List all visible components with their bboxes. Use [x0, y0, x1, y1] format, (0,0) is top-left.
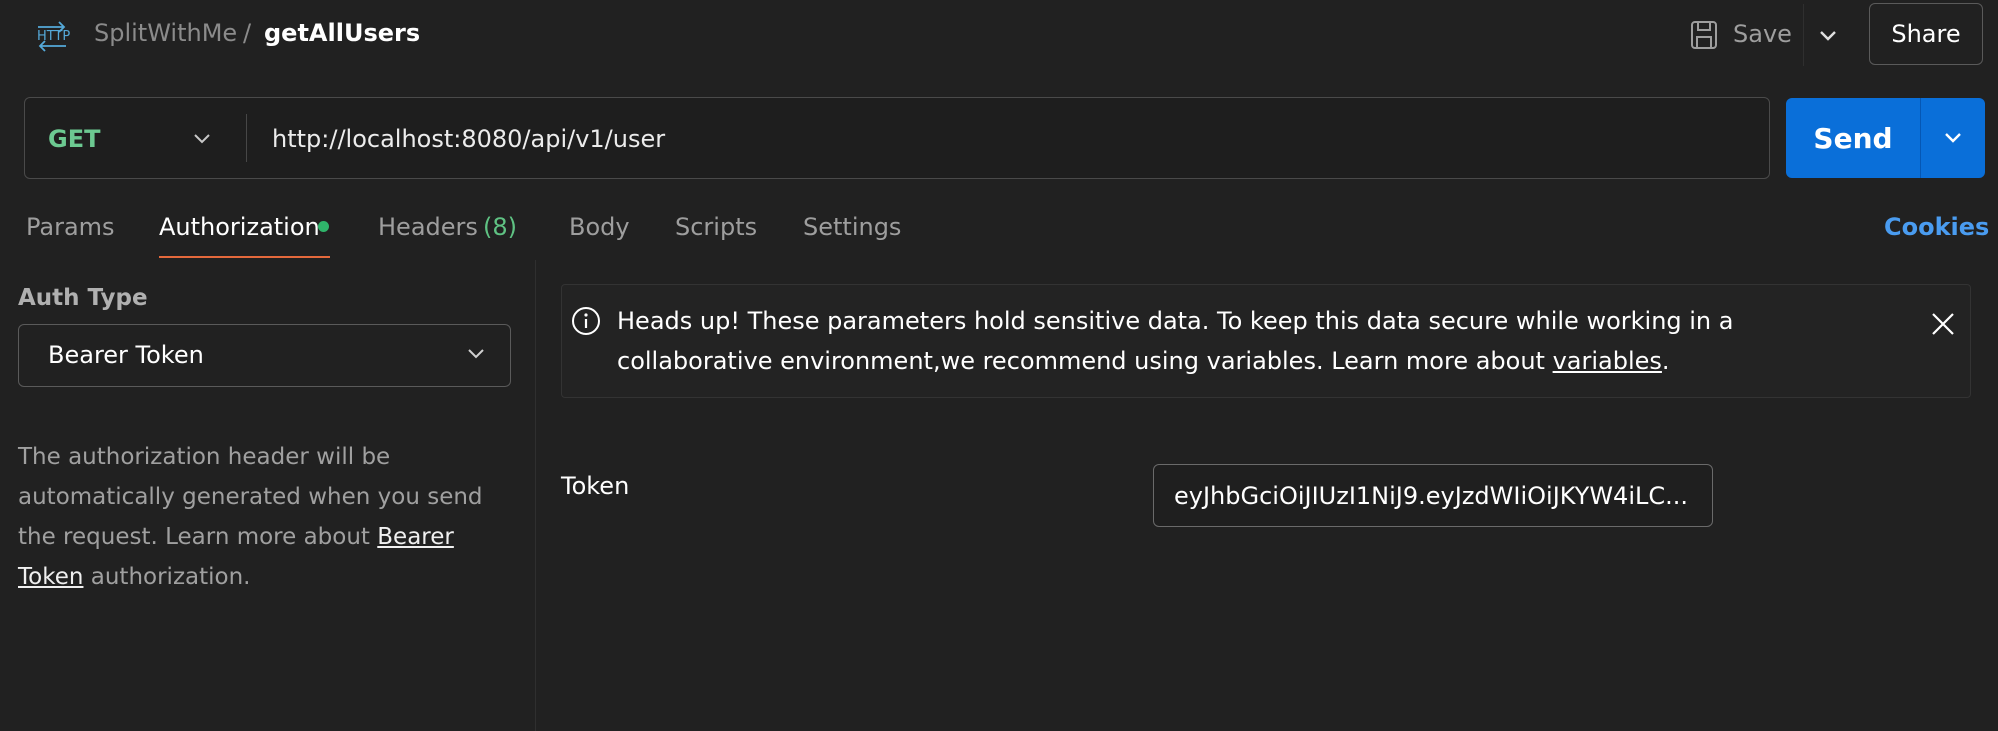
status-dot	[318, 221, 329, 232]
chevron-down-icon[interactable]	[1814, 22, 1842, 50]
auth-type-label: Auth Type	[18, 285, 148, 311]
chevron-down-icon[interactable]	[189, 126, 215, 152]
close-icon[interactable]	[1931, 312, 1955, 336]
divider	[1803, 4, 1804, 66]
tab-scripts[interactable]: Scripts	[675, 213, 757, 241]
banner-message: Heads up! These parameters hold sensitiv…	[617, 301, 1857, 381]
method-select[interactable]: GET	[48, 125, 100, 153]
auth-description-text: authorization.	[83, 564, 251, 590]
breadcrumb-separator: /	[243, 19, 252, 47]
auth-type-value[interactable]: Bearer Token	[48, 341, 204, 369]
info-icon	[572, 307, 600, 335]
banner-text: .	[1661, 347, 1670, 375]
save-icon[interactable]	[1689, 19, 1719, 51]
url-input[interactable]	[272, 120, 1752, 158]
variables-link[interactable]: variables	[1553, 347, 1662, 375]
panel-divider[interactable]	[535, 260, 536, 731]
token-label: Token	[561, 472, 630, 500]
breadcrumb-collection[interactable]: SplitWithMe	[94, 19, 237, 47]
http-icon: HTTP	[37, 21, 70, 52]
share-button[interactable]: Share	[1869, 3, 1983, 65]
headers-count-badge: (8)	[483, 213, 517, 241]
tab-headers[interactable]: Headers	[378, 213, 478, 241]
chevron-down-icon[interactable]	[463, 341, 489, 367]
active-tab-indicator	[159, 256, 330, 258]
token-input[interactable]: eyJhbGciOiJIUzI1NiJ9.eyJzdWIiOiJKYW4iLC.…	[1153, 464, 1713, 527]
divider	[246, 114, 247, 162]
tab-settings[interactable]: Settings	[803, 213, 901, 241]
request-name[interactable]: getAllUsers	[264, 19, 420, 47]
tab-params[interactable]: Params	[26, 213, 115, 241]
tab-body[interactable]: Body	[569, 213, 630, 241]
svg-text:HTTP: HTTP	[37, 29, 70, 44]
cookies-link[interactable]: Cookies	[1884, 213, 1989, 241]
send-options-button[interactable]	[1921, 98, 1985, 178]
save-button[interactable]: Save	[1733, 20, 1792, 48]
auth-description: The authorization header will be automat…	[18, 437, 488, 597]
chevron-down-icon	[1945, 133, 1961, 143]
tab-authorization[interactable]: Authorization	[159, 213, 320, 241]
token-value[interactable]: eyJhbGciOiJIUzI1NiJ9.eyJzdWIiOiJKYW4iLC.…	[1174, 482, 1692, 510]
send-button[interactable]: Send	[1786, 98, 1920, 178]
